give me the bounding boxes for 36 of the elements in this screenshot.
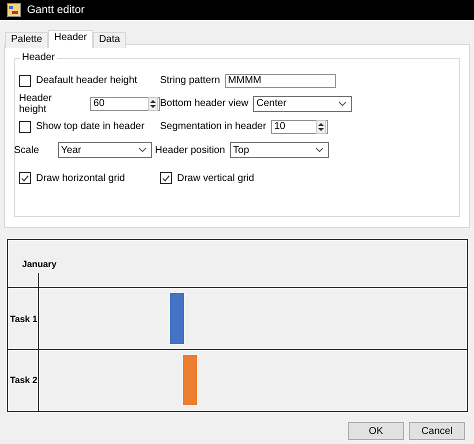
- checkbox[interactable]: [160, 172, 172, 184]
- dropdown[interactable]: Top: [230, 142, 330, 158]
- caret-icon: [138, 147, 148, 153]
- spin-field[interactable]: 10: [271, 120, 328, 134]
- spin-field[interactable]: 60: [90, 96, 160, 110]
- group-title: Header: [20, 52, 57, 63]
- checkbox-label: Draw vertical grid: [177, 172, 254, 184]
- app-icon: [7, 3, 21, 17]
- month-header: January: [22, 258, 57, 268]
- checkbox-label: Deafault header height: [36, 75, 138, 86]
- dialog-button[interactable]: OK: [348, 422, 404, 440]
- dropdown[interactable]: Year: [58, 142, 152, 158]
- dropdown[interactable]: Center: [253, 96, 352, 112]
- caret-icon: [315, 147, 324, 153]
- field-label: Segmentation in header: [160, 121, 266, 132]
- checkbox-label: Show top date in header: [36, 121, 144, 132]
- field-label: Scale: [14, 144, 40, 156]
- tab[interactable]: Palette: [5, 32, 48, 48]
- checkbox-label: Draw horizontal grid: [36, 172, 125, 184]
- task-label: Task 2: [9, 375, 38, 385]
- dialog-button[interactable]: Cancel: [409, 422, 465, 440]
- field-label: Bottom header view: [160, 98, 248, 109]
- caret-icon: [338, 100, 348, 106]
- spin-arrows-icon: [148, 96, 158, 110]
- checkbox[interactable]: [19, 120, 31, 132]
- tab[interactable]: Header: [48, 30, 93, 48]
- tab[interactable]: Data: [92, 32, 126, 48]
- window-title: Gantt editor: [27, 4, 84, 16]
- field-label: Header height: [19, 92, 53, 114]
- checkbox[interactable]: [19, 74, 31, 86]
- spin-arrows-icon: [316, 120, 326, 134]
- task-label: Task 1: [9, 314, 38, 324]
- field-label: Header position: [155, 144, 226, 156]
- checkbox[interactable]: [19, 172, 31, 184]
- field-label: String pattern: [160, 75, 220, 86]
- text-field[interactable]: MMMM: [225, 74, 336, 88]
